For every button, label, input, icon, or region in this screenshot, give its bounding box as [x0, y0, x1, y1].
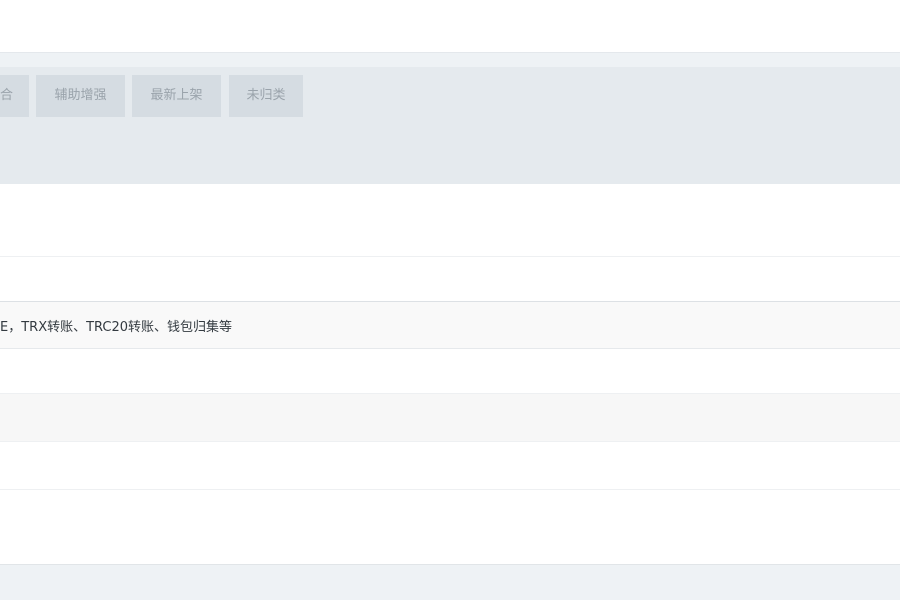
- content-table: E，TRX转账、TRC20转账、钱包归集等: [0, 184, 900, 565]
- tab-auxiliary-enhance[interactable]: 辅助增强: [36, 75, 125, 117]
- header-divider-strip: [0, 53, 900, 67]
- tab-label: 最新上架: [150, 88, 203, 103]
- table-row: [0, 442, 900, 490]
- table-row: [0, 257, 900, 302]
- footer-area: [0, 565, 900, 600]
- tab-label: 合: [0, 88, 14, 103]
- tab-label: 未归类: [246, 88, 286, 103]
- table-row[interactable]: E，TRX转账、TRC20转账、钱包归集等: [0, 302, 900, 349]
- table-row: [0, 490, 900, 565]
- table-row: [0, 184, 900, 257]
- tab-partial-combo[interactable]: 合: [0, 75, 29, 117]
- top-header-bar: [0, 0, 900, 53]
- tab-newest[interactable]: 最新上架: [132, 75, 221, 117]
- tab-uncategorized[interactable]: 未归类: [229, 75, 303, 117]
- tab-label: 辅助增强: [54, 88, 107, 103]
- table-row: [0, 394, 900, 442]
- row-description: E，TRX转账、TRC20转账、钱包归集等: [0, 320, 233, 335]
- table-row: [0, 349, 900, 394]
